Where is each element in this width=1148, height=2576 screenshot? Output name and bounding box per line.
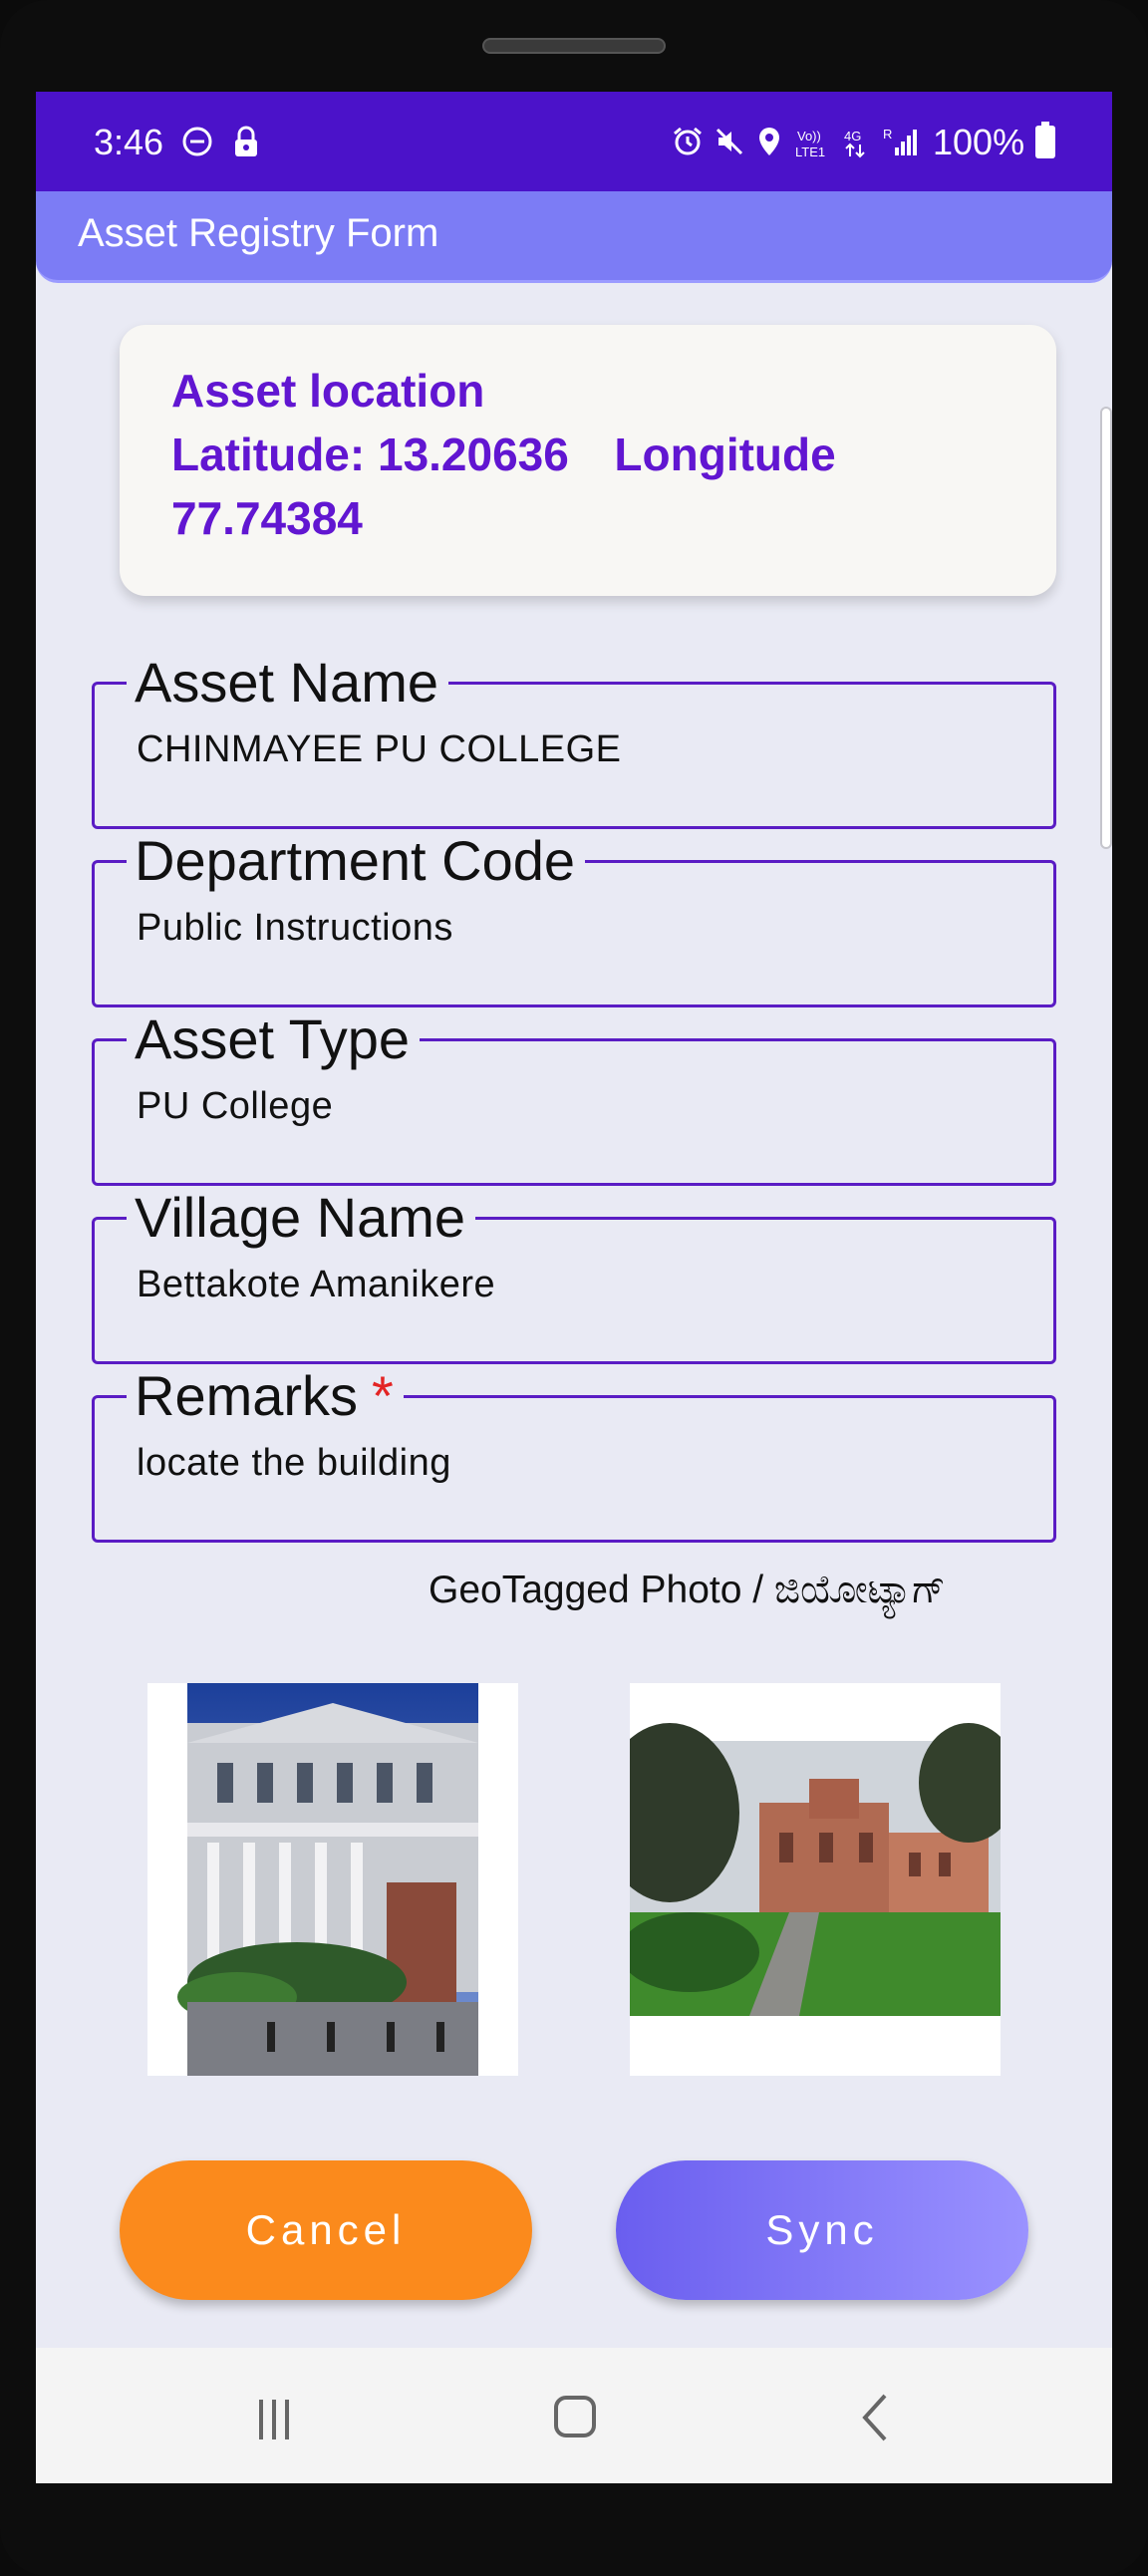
sync-button[interactable]: Sync [616,2160,1028,2300]
location-icon [755,126,783,163]
asset-name-value[interactable]: CHINMAYEE PU COLLEGE [137,728,622,771]
required-indicator: * [372,1364,394,1427]
cancel-button[interactable]: Cancel [120,2160,532,2300]
alarm-icon [672,126,704,163]
building-photo-2 [600,1723,1018,2016]
building-photo-1 [177,1683,478,2076]
signal-icon: R [883,126,917,163]
scrollbar[interactable] [1100,407,1112,849]
village-name-value[interactable]: Bettakote Amanikere [137,1264,495,1306]
longitude-label: Longitude [614,429,836,480]
geotagged-photo-1[interactable] [147,1683,518,2076]
phone-frame: 3:46 Vo)) LTE1 4G R 100% Asset Registry … [0,0,1148,2576]
earpiece-speaker [482,38,666,54]
svg-text:4G: 4G [844,129,861,143]
department-code-field[interactable]: Department Code Public Instructions [92,829,1056,1007]
battery-percentage: 100% [933,122,1025,162]
geotagged-photo-2[interactable] [600,1683,1018,2076]
village-name-label: Village Name [127,1186,476,1250]
department-code-value[interactable]: Public Instructions [137,907,453,950]
app-bar: Asset Registry Form [36,191,1112,283]
svg-text:Vo)): Vo)) [797,129,821,143]
asset-type-value[interactable]: PU College [137,1085,333,1128]
network-4g-icon: 4G [843,128,869,165]
remarks-label-wrap: Remarks * [127,1364,404,1428]
volte-icon: Vo)) LTE1 [795,128,835,165]
lock-icon [231,126,261,163]
coordinates-line: Latitude: 13.20636 Longitude [171,423,1004,486]
geotagged-photo-label: GeoTagged Photo / ಜಿಯೋಟ್ಯಾಗ್ [429,1569,946,1611]
mute-icon [714,126,745,163]
department-code-label: Department Code [127,829,586,893]
screen: 3:46 Vo)) LTE1 4G R 100% Asset Registry … [36,92,1112,2483]
remarks-field[interactable]: Remarks * locate the building [92,1364,1056,1543]
status-bar: 3:46 Vo)) LTE1 4G R 100% [36,92,1112,191]
longitude-value: 77.74384 [171,492,363,544]
recent-apps-icon[interactable] [229,2378,319,2453]
do-not-disturb-icon [181,126,213,163]
latitude-label: Latitude: [171,429,366,480]
asset-name-field[interactable]: Asset Name CHINMAYEE PU COLLEGE [92,651,1056,829]
page-title: Asset Registry Form [78,211,439,255]
village-name-field[interactable]: Village Name Bettakote Amanikere [92,1186,1056,1364]
back-icon[interactable] [831,2378,921,2453]
svg-text:R: R [883,127,892,142]
asset-name-label: Asset Name [127,651,448,715]
asset-location-card: Asset location Latitude: 13.20636 Longit… [120,325,1056,596]
asset-type-field[interactable]: Asset Type PU College [92,1007,1056,1186]
asset-type-label: Asset Type [127,1007,421,1071]
navigation-bar [36,2348,1112,2483]
asset-location-heading: Asset location [171,365,485,417]
battery-icon [1034,122,1056,165]
home-icon[interactable] [530,2378,620,2453]
remarks-label: Remarks [135,1364,359,1427]
svg-text:LTE1: LTE1 [795,144,825,159]
latitude-value: 13.20636 [377,429,569,480]
status-time: 3:46 [94,122,164,162]
remarks-value[interactable]: locate the building [137,1442,451,1485]
